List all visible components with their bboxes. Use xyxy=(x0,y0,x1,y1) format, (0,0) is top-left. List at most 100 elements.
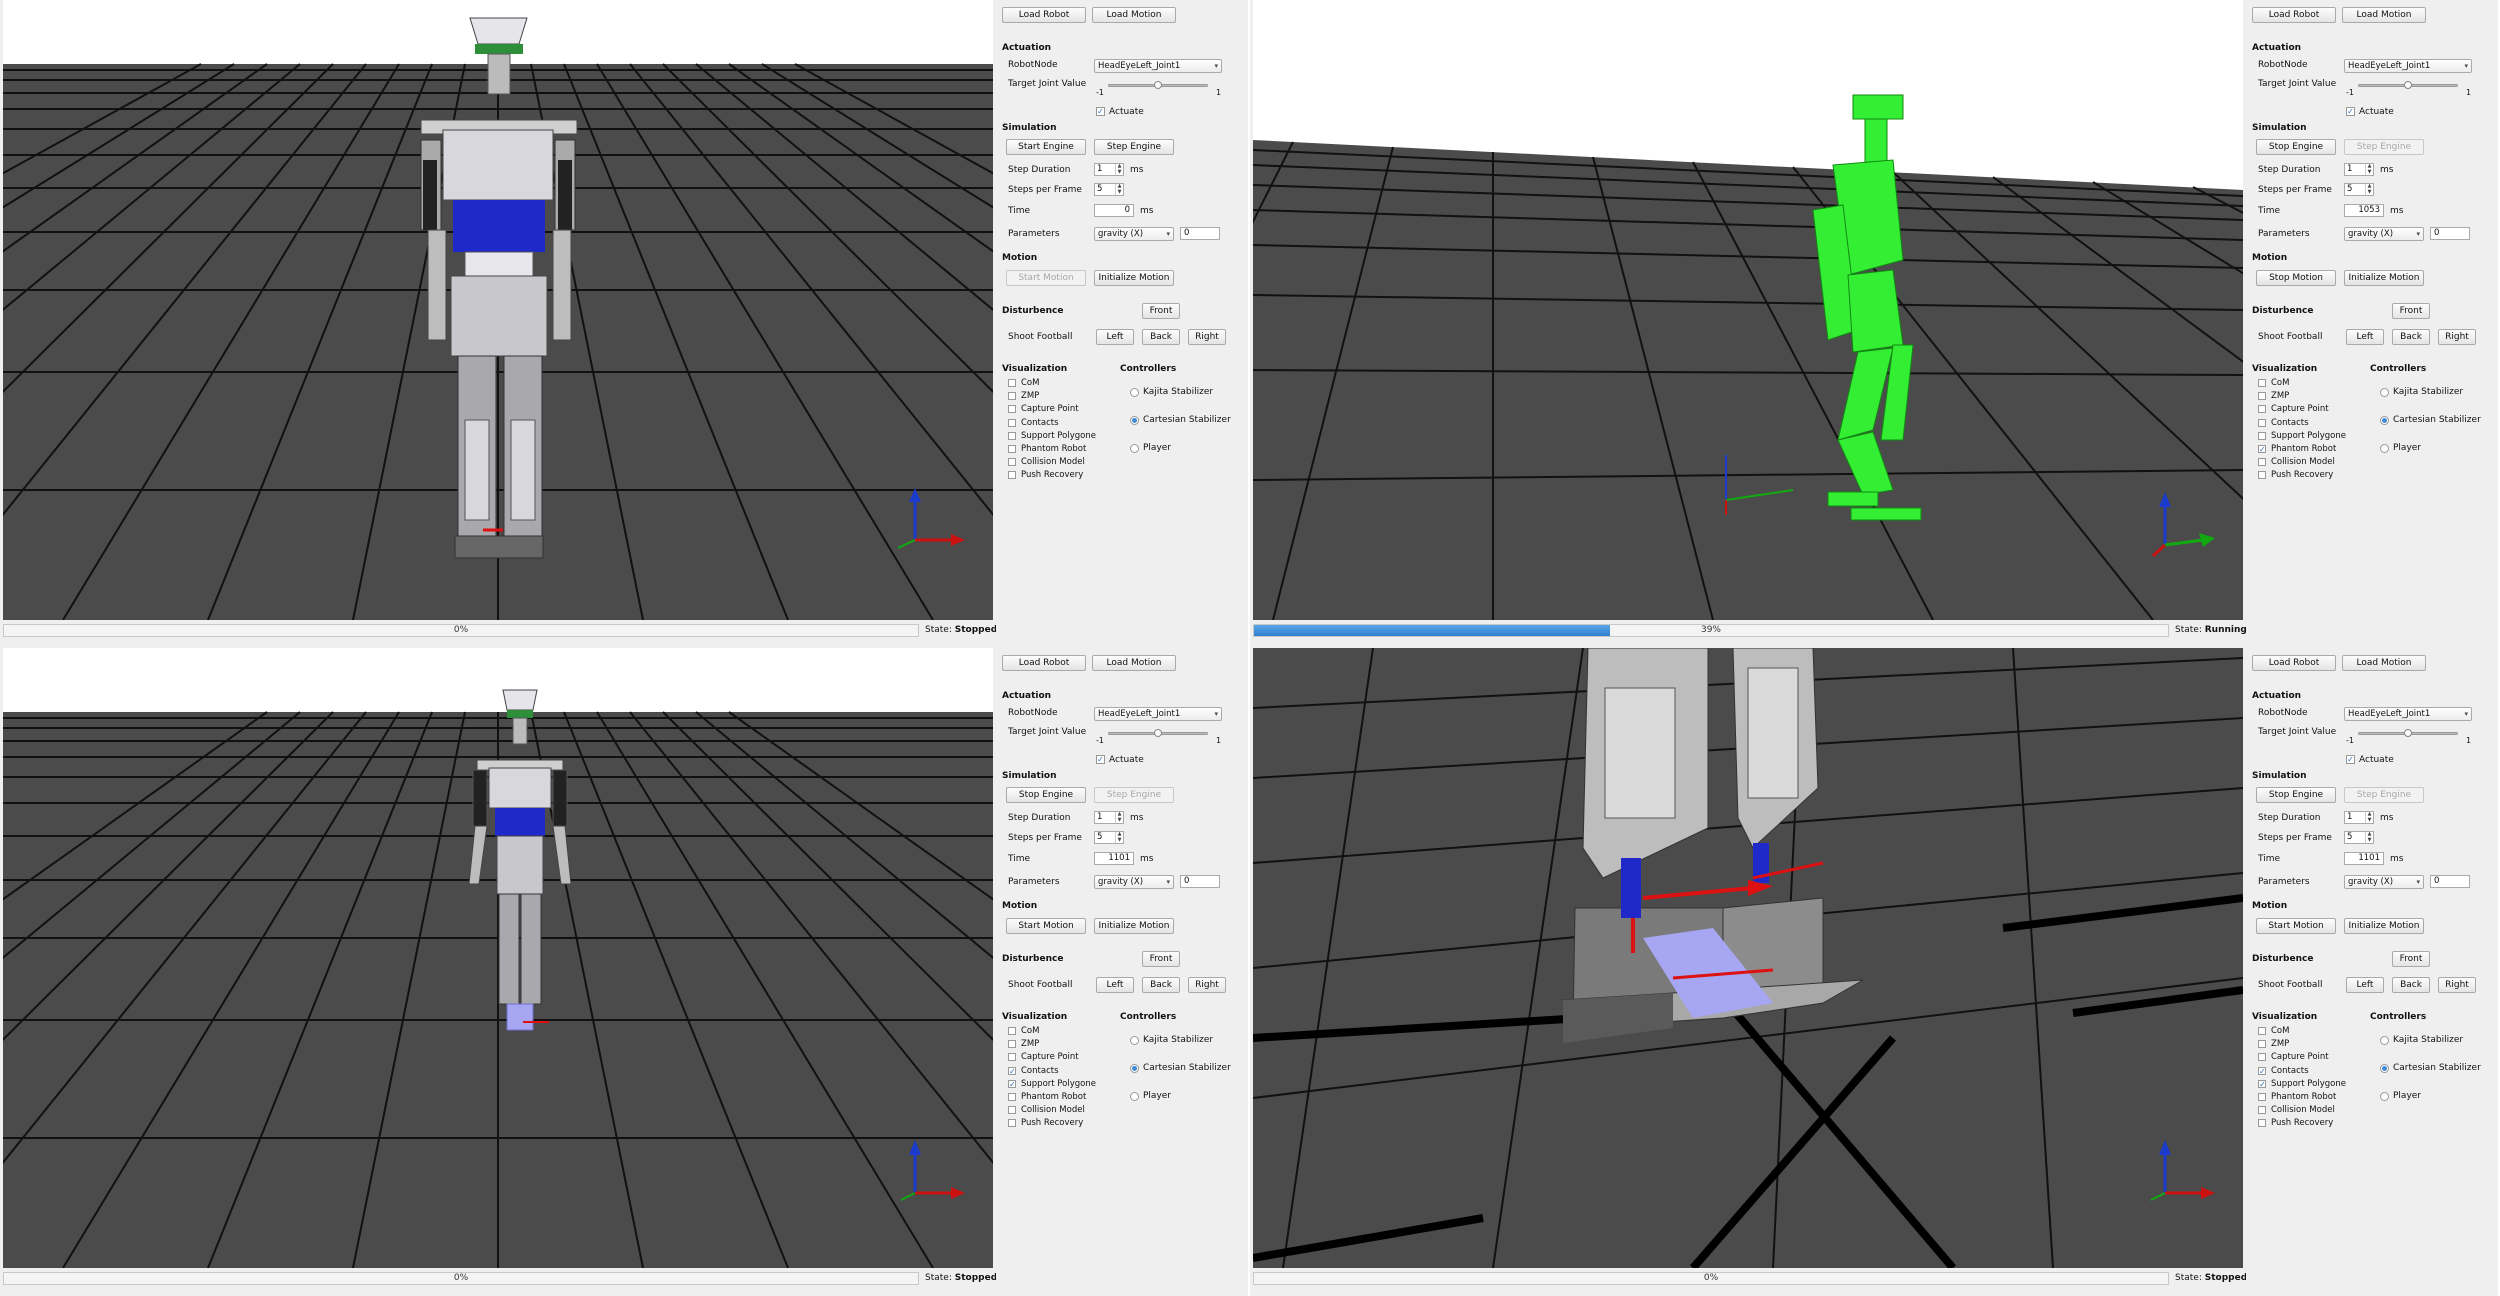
support-polygone-checkbox[interactable]: ✓ xyxy=(1008,1079,1016,1088)
front-button[interactable]: Front xyxy=(2392,303,2430,319)
cartesian-stabilizer-radio[interactable] xyxy=(1130,1064,1139,1073)
initialize-motion-button[interactable]: Initialize Motion xyxy=(1094,270,1174,286)
step-duration-spinbox[interactable]: 1 ▲ ▼ xyxy=(1094,163,1124,176)
actuate-checkbox[interactable]: ✓ xyxy=(2346,107,2355,116)
player-radio[interactable] xyxy=(1130,1092,1139,1101)
push-recovery-checkbox[interactable] xyxy=(2258,471,2266,480)
front-button[interactable]: Front xyxy=(1142,951,1180,967)
step-duration-spinbox[interactable]: 1 ▲ ▼ xyxy=(2344,811,2374,824)
collision-model-checkbox[interactable] xyxy=(1008,458,1016,467)
com-checkbox[interactable] xyxy=(1008,379,1016,387)
actuate-checkbox[interactable]: ✓ xyxy=(2346,755,2355,764)
com-checkbox[interactable] xyxy=(2258,379,2266,387)
parameter-value-field[interactable]: 0 xyxy=(1180,227,1220,240)
initialize-motion-button[interactable]: Initialize Motion xyxy=(2344,918,2424,934)
phantom-robot-checkbox[interactable] xyxy=(1008,1093,1016,1101)
3d-viewport[interactable] xyxy=(3,0,993,620)
kajita-stabilizer-radio[interactable] xyxy=(1130,1036,1139,1045)
start-engine-button[interactable]: Start Engine xyxy=(1006,139,1086,155)
kajita-stabilizer-radio[interactable] xyxy=(2380,1036,2389,1045)
left-button[interactable]: Left xyxy=(1096,977,1134,993)
joint-value-slider-handle[interactable] xyxy=(1154,81,1162,89)
capture-point-checkbox[interactable] xyxy=(2258,405,2266,414)
steps-per-frame-spinbox[interactable]: 5 ▲ ▼ xyxy=(1094,831,1124,844)
collision-model-checkbox[interactable] xyxy=(2258,1106,2266,1115)
cartesian-stabilizer-radio[interactable] xyxy=(2380,416,2389,425)
step-duration-spinbox[interactable]: 1 ▲ ▼ xyxy=(1094,811,1124,824)
support-polygone-checkbox[interactable] xyxy=(1008,431,1016,440)
right-button[interactable]: Right xyxy=(1188,977,1226,993)
back-button[interactable]: Back xyxy=(1142,977,1180,993)
right-button[interactable]: Right xyxy=(1188,329,1226,345)
zmp-checkbox[interactable] xyxy=(1008,392,1016,401)
right-button[interactable]: Right xyxy=(2438,329,2476,345)
3d-viewport[interactable] xyxy=(1253,648,2243,1268)
load-robot-button[interactable]: Load Robot xyxy=(1002,7,1086,23)
robot-node-select[interactable]: HeadEyeLeft_Joint1 ▾ xyxy=(2344,59,2472,73)
phantom-robot-checkbox[interactable] xyxy=(1008,445,1016,453)
load-robot-button[interactable]: Load Robot xyxy=(2252,7,2336,23)
steps-per-frame-spinbox[interactable]: 5 ▲ ▼ xyxy=(2344,183,2374,196)
kajita-stabilizer-radio[interactable] xyxy=(2380,388,2389,397)
parameter-select[interactable]: gravity (X) ▾ xyxy=(2344,875,2424,889)
contacts-checkbox[interactable] xyxy=(2258,418,2266,427)
support-polygone-checkbox[interactable] xyxy=(2258,431,2266,440)
player-radio[interactable] xyxy=(2380,444,2389,453)
start-engine-button[interactable]: Stop Engine xyxy=(1006,787,1086,803)
parameter-select[interactable]: gravity (X) ▾ xyxy=(2344,227,2424,241)
joint-value-slider-handle[interactable] xyxy=(1154,729,1162,737)
capture-point-checkbox[interactable] xyxy=(1008,1053,1016,1062)
zmp-checkbox[interactable] xyxy=(2258,1040,2266,1049)
push-recovery-checkbox[interactable] xyxy=(1008,1119,1016,1128)
load-motion-button[interactable]: Load Motion xyxy=(2342,7,2426,23)
parameter-select[interactable]: gravity (X) ▾ xyxy=(1094,227,1174,241)
back-button[interactable]: Back xyxy=(2392,977,2430,993)
initialize-motion-button[interactable]: Initialize Motion xyxy=(1094,918,1174,934)
kajita-stabilizer-radio[interactable] xyxy=(1130,388,1139,397)
3d-viewport[interactable] xyxy=(1253,0,2243,620)
left-button[interactable]: Left xyxy=(2346,977,2384,993)
zmp-checkbox[interactable] xyxy=(1008,1040,1016,1049)
initialize-motion-button[interactable]: Initialize Motion xyxy=(2344,270,2424,286)
collision-model-checkbox[interactable] xyxy=(2258,458,2266,467)
back-button[interactable]: Back xyxy=(2392,329,2430,345)
right-button[interactable]: Right xyxy=(2438,977,2476,993)
parameter-value-field[interactable]: 0 xyxy=(1180,875,1220,888)
start-engine-button[interactable]: Stop Engine xyxy=(2256,139,2336,155)
contacts-checkbox[interactable]: ✓ xyxy=(2258,1066,2266,1075)
robot-node-select[interactable]: HeadEyeLeft_Joint1 ▾ xyxy=(1094,707,1222,721)
step-duration-spinbox[interactable]: 1 ▲ ▼ xyxy=(2344,163,2374,176)
motion-toggle-button[interactable]: Start Motion xyxy=(2256,918,2336,934)
parameter-value-field[interactable]: 0 xyxy=(2430,227,2470,240)
contacts-checkbox[interactable] xyxy=(1008,418,1016,427)
motion-toggle-button[interactable]: Stop Motion xyxy=(2256,270,2336,286)
motion-toggle-button[interactable]: Start Motion xyxy=(1006,918,1086,934)
zmp-checkbox[interactable] xyxy=(2258,392,2266,401)
actuate-checkbox[interactable]: ✓ xyxy=(1096,755,1105,764)
parameter-value-field[interactable]: 0 xyxy=(2430,875,2470,888)
com-checkbox[interactable] xyxy=(1008,1027,1016,1035)
load-motion-button[interactable]: Load Motion xyxy=(2342,655,2426,671)
steps-per-frame-spinbox[interactable]: 5 ▲ ▼ xyxy=(2344,831,2374,844)
start-engine-button[interactable]: Stop Engine xyxy=(2256,787,2336,803)
load-robot-button[interactable]: Load Robot xyxy=(2252,655,2336,671)
parameter-select[interactable]: gravity (X) ▾ xyxy=(1094,875,1174,889)
collision-model-checkbox[interactable] xyxy=(1008,1106,1016,1115)
support-polygone-checkbox[interactable]: ✓ xyxy=(2258,1079,2266,1088)
3d-viewport[interactable] xyxy=(3,648,993,1268)
cartesian-stabilizer-radio[interactable] xyxy=(1130,416,1139,425)
phantom-robot-checkbox[interactable]: ✓ xyxy=(2258,445,2266,454)
joint-value-slider-handle[interactable] xyxy=(2404,729,2412,737)
phantom-robot-checkbox[interactable] xyxy=(2258,1093,2266,1101)
left-button[interactable]: Left xyxy=(1096,329,1134,345)
player-radio[interactable] xyxy=(2380,1092,2389,1101)
capture-point-checkbox[interactable] xyxy=(1008,405,1016,414)
player-radio[interactable] xyxy=(1130,444,1139,453)
joint-value-slider-handle[interactable] xyxy=(2404,81,2412,89)
steps-per-frame-spinbox[interactable]: 5 ▲ ▼ xyxy=(1094,183,1124,196)
robot-node-select[interactable]: HeadEyeLeft_Joint1 ▾ xyxy=(2344,707,2472,721)
front-button[interactable]: Front xyxy=(2392,951,2430,967)
robot-node-select[interactable]: HeadEyeLeft_Joint1 ▾ xyxy=(1094,59,1222,73)
front-button[interactable]: Front xyxy=(1142,303,1180,319)
cartesian-stabilizer-radio[interactable] xyxy=(2380,1064,2389,1073)
